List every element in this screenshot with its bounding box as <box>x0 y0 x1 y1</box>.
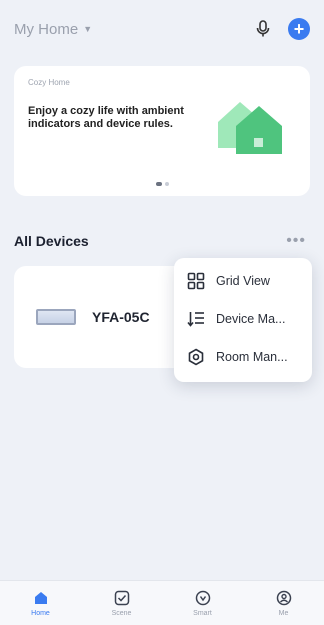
profile-icon <box>275 589 293 607</box>
section-title: All Devices <box>14 233 89 249</box>
tab-label: Me <box>278 610 289 617</box>
tab-home[interactable]: Home <box>11 589 71 617</box>
menu-item-label: Room Man... <box>216 350 288 364</box>
air-conditioner-icon <box>36 309 76 325</box>
menu-item-label: Device Ma... <box>216 312 286 326</box>
more-options-icon[interactable]: ••• <box>286 232 310 250</box>
home-illustration-icon <box>214 92 284 158</box>
tab-label: Scene <box>111 610 132 617</box>
promo-banner[interactable]: Cozy Home Enjoy a cozy life with ambient… <box>14 66 310 196</box>
banner-tag: Cozy Home <box>28 78 70 87</box>
caret-down-icon: ▼ <box>83 24 93 34</box>
options-menu: Grid View Device Ma... Room Man... <box>174 258 312 382</box>
plus-icon: + <box>293 19 305 39</box>
home-icon <box>32 589 50 607</box>
menu-item-device-management[interactable]: Device Ma... <box>174 300 312 338</box>
header-actions: + <box>252 18 310 40</box>
smart-icon <box>194 589 212 607</box>
banner-text: Enjoy a cozy life with ambient indicator… <box>28 105 184 130</box>
device-card[interactable]: YFA-05C <box>14 266 186 368</box>
tab-smart[interactable]: Smart <box>173 589 233 617</box>
menu-item-grid-view[interactable]: Grid View <box>174 262 312 300</box>
add-device-button[interactable]: + <box>288 18 310 40</box>
carousel-indicator <box>14 182 310 186</box>
top-header: My Home ▼ + <box>0 0 324 58</box>
tab-label: Smart <box>193 610 212 617</box>
grid-icon <box>186 271 206 291</box>
home-name: My Home <box>14 20 79 38</box>
tab-me[interactable]: Me <box>254 589 314 617</box>
microphone-icon[interactable] <box>252 18 274 40</box>
menu-item-room-management[interactable]: Room Man... <box>174 338 312 376</box>
home-switcher[interactable]: My Home ▼ <box>14 21 92 38</box>
device-name: YFA-05C <box>92 309 150 325</box>
tab-scene[interactable]: Scene <box>92 589 152 617</box>
menu-item-label: Grid View <box>216 274 270 288</box>
scene-icon <box>113 589 131 607</box>
carousel-dot <box>164 182 169 186</box>
bottom-tab-bar: Home Scene Smart Me <box>0 580 324 625</box>
carousel-dot-active <box>155 182 162 186</box>
sort-list-icon <box>186 309 206 329</box>
tab-label: Home <box>31 610 50 617</box>
settings-icon <box>186 347 206 367</box>
devices-section-header: All Devices ••• <box>14 226 310 256</box>
